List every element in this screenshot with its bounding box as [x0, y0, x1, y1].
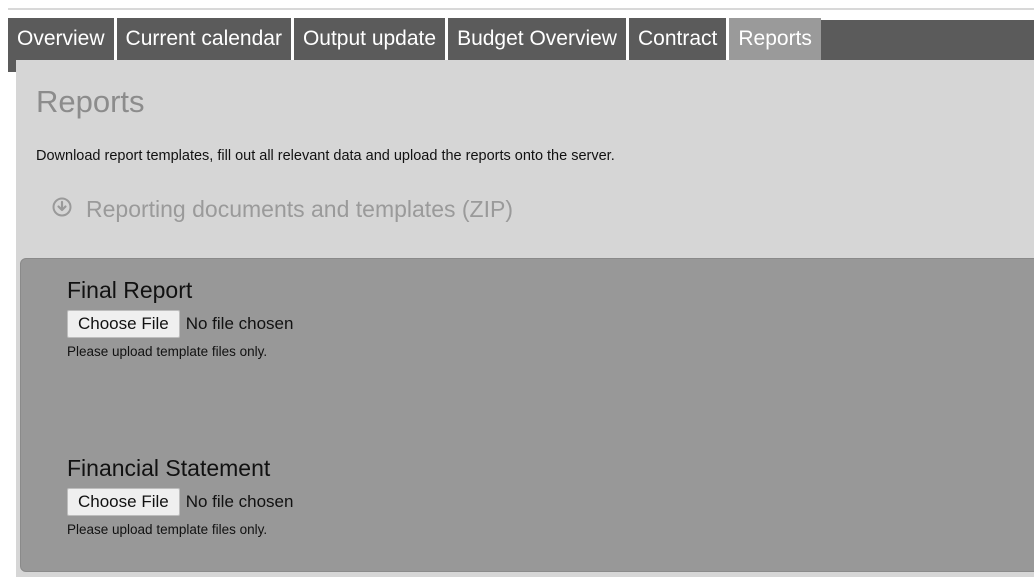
tab-budget-overview[interactable]: Budget Overview [448, 18, 629, 60]
tab-overview[interactable]: Overview [8, 18, 117, 60]
reports-panel: Reports Download report templates, fill … [16, 60, 1034, 577]
file-status: No file chosen [185, 314, 294, 333]
download-templates-link[interactable]: Reporting documents and templates (ZIP) [52, 196, 513, 223]
page-title: Reports [36, 84, 145, 119]
download-circle-icon [52, 196, 72, 223]
upload-hint: Please upload template files only. [67, 344, 268, 359]
section-title: Financial Statement [67, 455, 271, 481]
download-link-label: Reporting documents and templates (ZIP) [86, 196, 513, 222]
upload-section-final-report: Final Report Choose File No file chosen … [67, 277, 293, 359]
file-input-row: Choose File No file chosen [67, 488, 293, 516]
page-intro: Download report templates, fill out all … [36, 148, 615, 164]
tab-reports[interactable]: Reports [729, 18, 821, 60]
tab-current-calendar[interactable]: Current calendar [116, 18, 294, 60]
choose-file-button[interactable]: Choose File [67, 310, 180, 338]
choose-file-button[interactable]: Choose File [67, 488, 180, 516]
upload-box: Final Report Choose File No file chosen … [20, 258, 1034, 572]
section-title: Final Report [67, 277, 193, 303]
tab-output-update[interactable]: Output update [293, 18, 449, 60]
tab-contract[interactable]: Contract [628, 18, 730, 60]
file-input-row: Choose File No file chosen [67, 310, 293, 338]
left-gutter [0, 8, 8, 577]
upload-hint: Please upload template files only. [67, 522, 268, 537]
upload-section-financial-statement: Financial Statement Choose File No file … [67, 455, 293, 537]
file-status: No file chosen [185, 492, 294, 511]
tab-list: Overview Current calendar Output update … [8, 18, 821, 60]
